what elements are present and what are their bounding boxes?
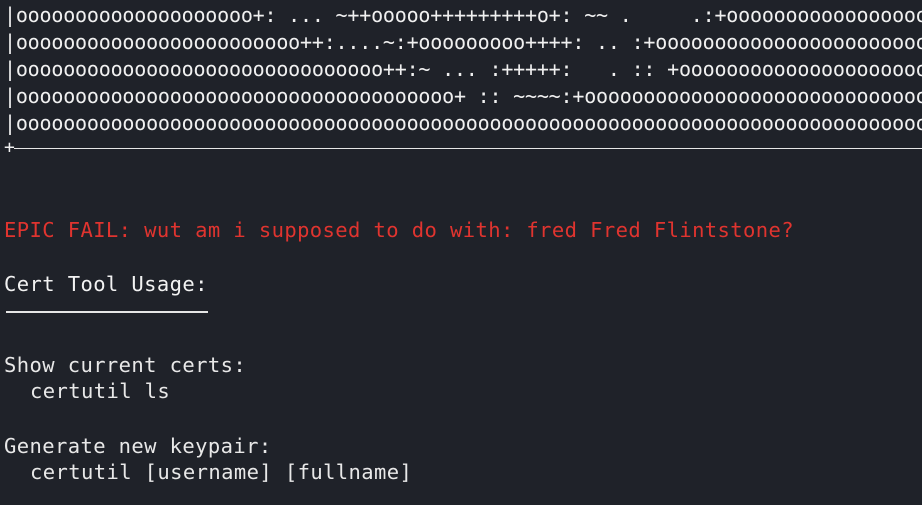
error-message: EPIC FAIL: wut am i supposed to do with:… [4, 218, 795, 242]
box-corner-glyph: + [4, 137, 15, 158]
usage-command: certutil ls [30, 379, 171, 403]
usage-section-heading: Show current certs: [4, 353, 247, 377]
ascii-art-banner: |oooooooooooooooooooo+: ... ~++ooooo++++… [4, 2, 922, 137]
ascii-art-line: |ooooooooooooooooooooooooooooooooooooooo… [4, 111, 922, 135]
ascii-art-line: |oooooooooooooooooooooooo++:....~:+ooooo… [4, 30, 922, 54]
usage-command: certutil [username] [fullname] [30, 460, 413, 484]
ascii-art-line: |ooooooooooooooooooooooooooooooooooooo+ … [4, 84, 922, 108]
terminal-window[interactable]: |oooooooooooooooooooo+: ... ~++ooooo++++… [0, 0, 922, 505]
usage-title: Cert Tool Usage: [4, 272, 208, 296]
usage-title-underline [6, 311, 208, 313]
usage-section-heading: Generate new keypair: [4, 434, 272, 458]
ascii-art-line: |oooooooooooooooooooo+: ... ~++ooooo++++… [4, 3, 922, 27]
ascii-art-line: |ooooooooooooooooooooooooooooooo++:~ ...… [4, 57, 922, 81]
box-bottom-rule [14, 147, 922, 149]
ascii-art-bottom-border: + [4, 138, 922, 158]
